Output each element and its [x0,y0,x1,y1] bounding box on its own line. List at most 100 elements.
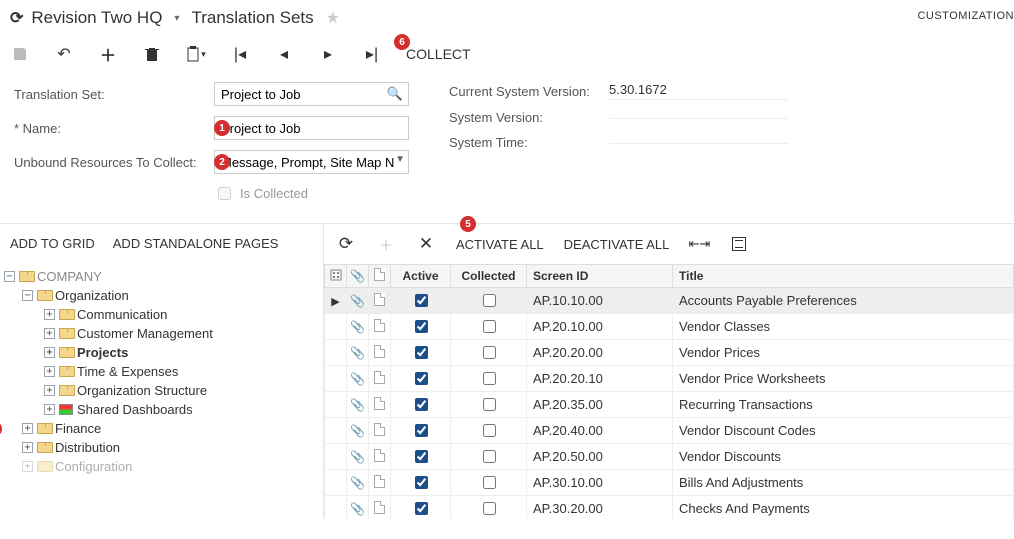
tree-node-shared-dashboards[interactable]: + Shared Dashboards [4,400,319,419]
row-indicator[interactable] [325,470,347,496]
col-notes[interactable] [369,265,391,288]
expand-icon[interactable]: + [22,423,33,434]
note-cell[interactable] [369,496,391,520]
collapse-icon[interactable]: − [4,271,15,282]
table-row[interactable]: 📎AP.30.20.00Checks And Payments [325,496,1014,520]
tree-node-organization[interactable]: − Organization [4,286,319,305]
grid-refresh-icon[interactable]: ⟳ [336,234,356,254]
favorite-star-icon[interactable]: ★ [326,8,340,28]
note-cell[interactable] [369,418,391,444]
add-to-grid-button[interactable]: ADD TO GRID [10,236,95,251]
customization-link[interactable]: CUSTOMIZATION [917,10,1014,22]
collected-cell[interactable] [451,392,527,418]
expand-icon[interactable]: + [44,366,55,377]
note-cell[interactable] [369,366,391,392]
expand-icon[interactable]: + [44,347,55,358]
collected-cell[interactable] [451,314,527,340]
chevron-down-icon[interactable]: ▾ [174,13,179,24]
col-attachment[interactable]: 📎 [347,265,369,288]
last-record-icon[interactable]: ▸| [362,44,382,64]
activate-all-button[interactable]: ACTIVATE ALL [456,237,544,252]
row-indicator[interactable] [325,314,347,340]
table-row[interactable]: ▶📎AP.10.10.00Accounts Payable Preference… [325,288,1014,314]
table-row[interactable]: 📎AP.20.20.10Vendor Price Worksheets [325,366,1014,392]
collected-cell[interactable] [451,470,527,496]
table-row[interactable]: 📎AP.20.10.00Vendor Classes [325,314,1014,340]
is-collected-checkbox[interactable]: Is Collected [214,184,308,203]
tree-root-company[interactable]: − COMPANY [4,267,319,286]
note-cell[interactable] [369,288,391,314]
table-row[interactable]: 📎AP.20.35.00Recurring Transactions [325,392,1014,418]
grid-delete-icon[interactable]: ✕ [416,234,436,254]
attachment-cell[interactable]: 📎 [347,340,369,366]
refresh-icon[interactable]: ⟳ [10,8,23,28]
attachment-cell[interactable]: 📎 [347,444,369,470]
col-row-selector[interactable] [325,265,347,288]
undo-icon[interactable]: ↶ [54,44,74,64]
active-cell[interactable] [391,496,451,520]
attachment-cell[interactable]: 📎 [347,392,369,418]
prev-record-icon[interactable]: ◂ [274,44,294,64]
active-cell[interactable] [391,366,451,392]
tree-node-time-expenses[interactable]: + Time & Expenses [4,362,319,381]
active-cell[interactable] [391,418,451,444]
tree-node-organization-structure[interactable]: + Organization Structure [4,381,319,400]
tree-node-projects[interactable]: 3 + Projects [4,343,319,362]
row-indicator[interactable] [325,392,347,418]
active-cell[interactable] [391,340,451,366]
active-cell[interactable] [391,470,451,496]
collected-cell[interactable] [451,496,527,520]
table-row[interactable]: 📎AP.20.20.00Vendor Prices [325,340,1014,366]
export-icon[interactable] [729,234,749,254]
table-row[interactable]: 📎AP.20.40.00Vendor Discount Codes [325,418,1014,444]
add-standalone-button[interactable]: ADD STANDALONE PAGES [113,236,279,251]
note-cell[interactable] [369,470,391,496]
expand-icon[interactable]: + [22,461,33,472]
attachment-cell[interactable]: 📎 [347,288,369,314]
attachment-cell[interactable]: 📎 [347,496,369,520]
row-indicator[interactable]: ▶ [325,288,347,314]
name-input[interactable] [214,116,409,140]
fit-columns-icon[interactable]: ⇤⇥ [689,234,709,254]
collected-cell[interactable] [451,340,527,366]
collapse-icon[interactable]: − [22,290,33,301]
tree-node-distribution[interactable]: + Distribution [4,438,319,457]
row-indicator[interactable] [325,418,347,444]
attachment-cell[interactable]: 📎 [347,418,369,444]
col-title[interactable]: Title [673,265,1014,288]
expand-icon[interactable]: + [44,309,55,320]
collected-cell[interactable] [451,366,527,392]
row-indicator[interactable] [325,366,347,392]
table-row[interactable]: 📎AP.30.10.00Bills And Adjustments [325,470,1014,496]
expand-icon[interactable]: + [44,404,55,415]
active-cell[interactable] [391,392,451,418]
active-cell[interactable] [391,288,451,314]
clipboard-icon[interactable]: ▾ [186,44,206,64]
note-cell[interactable] [369,314,391,340]
add-icon[interactable]: ＋ [98,44,118,64]
tree-node-configuration[interactable]: + Configuration [4,457,319,476]
note-cell[interactable] [369,444,391,470]
row-indicator[interactable] [325,340,347,366]
note-cell[interactable] [369,340,391,366]
translation-set-input[interactable] [214,82,409,106]
collected-cell[interactable] [451,288,527,314]
unbound-input[interactable] [214,150,409,174]
collect-button[interactable]: COLLECT [406,46,471,62]
delete-icon[interactable] [142,44,162,64]
expand-icon[interactable]: + [44,385,55,396]
table-row[interactable]: 📎AP.20.50.00Vendor Discounts [325,444,1014,470]
tree-node-customer-management[interactable]: + Customer Management [4,324,319,343]
first-record-icon[interactable]: |◂ [230,44,250,64]
expand-icon[interactable]: + [44,328,55,339]
attachment-cell[interactable]: 📎 [347,470,369,496]
expand-icon[interactable]: + [22,442,33,453]
col-active[interactable]: Active [391,265,451,288]
collected-cell[interactable] [451,418,527,444]
attachment-cell[interactable]: 📎 [347,314,369,340]
col-collected[interactable]: Collected [451,265,527,288]
collected-cell[interactable] [451,444,527,470]
company-title[interactable]: Revision Two HQ [31,8,162,28]
deactivate-all-button[interactable]: DEACTIVATE ALL [564,237,670,252]
row-indicator[interactable] [325,444,347,470]
